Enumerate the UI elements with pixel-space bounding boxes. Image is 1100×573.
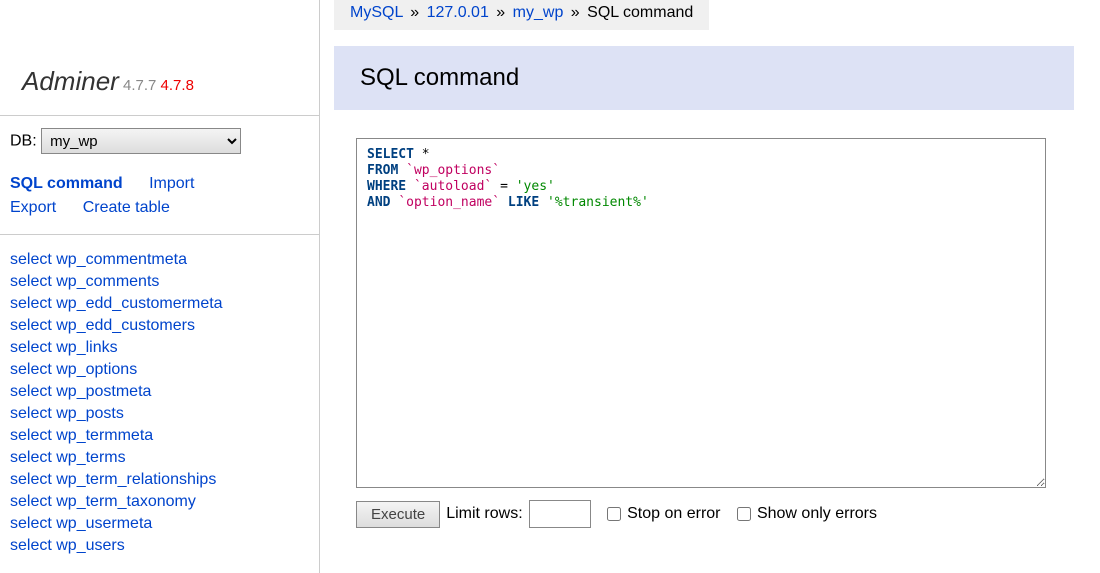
breadcrumb-page: SQL command — [587, 4, 693, 21]
nav-sql-command[interactable]: SQL command — [10, 172, 123, 196]
breadcrumb-mysql[interactable]: MySQL — [350, 4, 403, 21]
app-name: Adminer — [22, 66, 119, 96]
limit-rows-label: Limit rows: — [446, 505, 522, 523]
limit-rows-input[interactable] — [529, 500, 591, 528]
tables-list: select wp_commentmetaselect wp_commentss… — [0, 235, 319, 571]
table-link[interactable]: select wp_term_taxonomy — [10, 491, 309, 513]
db-select[interactable]: my_wp — [41, 128, 241, 154]
nav-export[interactable]: Export — [10, 196, 56, 220]
nav-import[interactable]: Import — [149, 172, 194, 196]
nav-create-table[interactable]: Create table — [83, 196, 170, 220]
version-new[interactable]: 4.7.8 — [161, 77, 194, 94]
execute-button[interactable]: Execute — [356, 501, 440, 528]
table-link[interactable]: select wp_termmeta — [10, 425, 309, 447]
table-link[interactable]: select wp_edd_customers — [10, 315, 309, 337]
table-link[interactable]: select wp_posts — [10, 403, 309, 425]
table-link[interactable]: select wp_postmeta — [10, 381, 309, 403]
table-link[interactable]: select wp_links — [10, 337, 309, 359]
stop-on-error-label: Stop on error — [627, 505, 720, 523]
table-link[interactable]: select wp_commentmeta — [10, 249, 309, 271]
table-link[interactable]: select wp_edd_customermeta — [10, 293, 309, 315]
logo-block: Adminer 4.7.7 4.7.8 — [0, 44, 319, 116]
show-only-errors-checkbox[interactable] — [737, 507, 751, 521]
show-only-errors-label: Show only errors — [757, 505, 877, 523]
breadcrumb: MySQL » 127.0.01 » my_wp » SQL command — [334, 0, 709, 30]
table-link[interactable]: select wp_options — [10, 359, 309, 381]
table-link[interactable]: select wp_comments — [10, 271, 309, 293]
sql-textarea[interactable]: SELECT *FROM `wp_options`WHERE `autoload… — [356, 138, 1046, 488]
table-link[interactable]: select wp_users — [10, 535, 309, 557]
breadcrumb-db[interactable]: my_wp — [513, 4, 564, 21]
table-link[interactable]: select wp_usermeta — [10, 513, 309, 535]
version-current: 4.7.7 — [123, 77, 156, 94]
breadcrumb-host[interactable]: 127.0.01 — [427, 4, 489, 21]
table-link[interactable]: select wp_term_relationships — [10, 469, 309, 491]
stop-on-error-checkbox[interactable] — [607, 507, 621, 521]
table-link[interactable]: select wp_terms — [10, 447, 309, 469]
nav-links: SQL command Import Export Create table — [0, 166, 319, 235]
db-label: DB: — [10, 133, 37, 150]
page-title: SQL command — [334, 46, 1074, 110]
